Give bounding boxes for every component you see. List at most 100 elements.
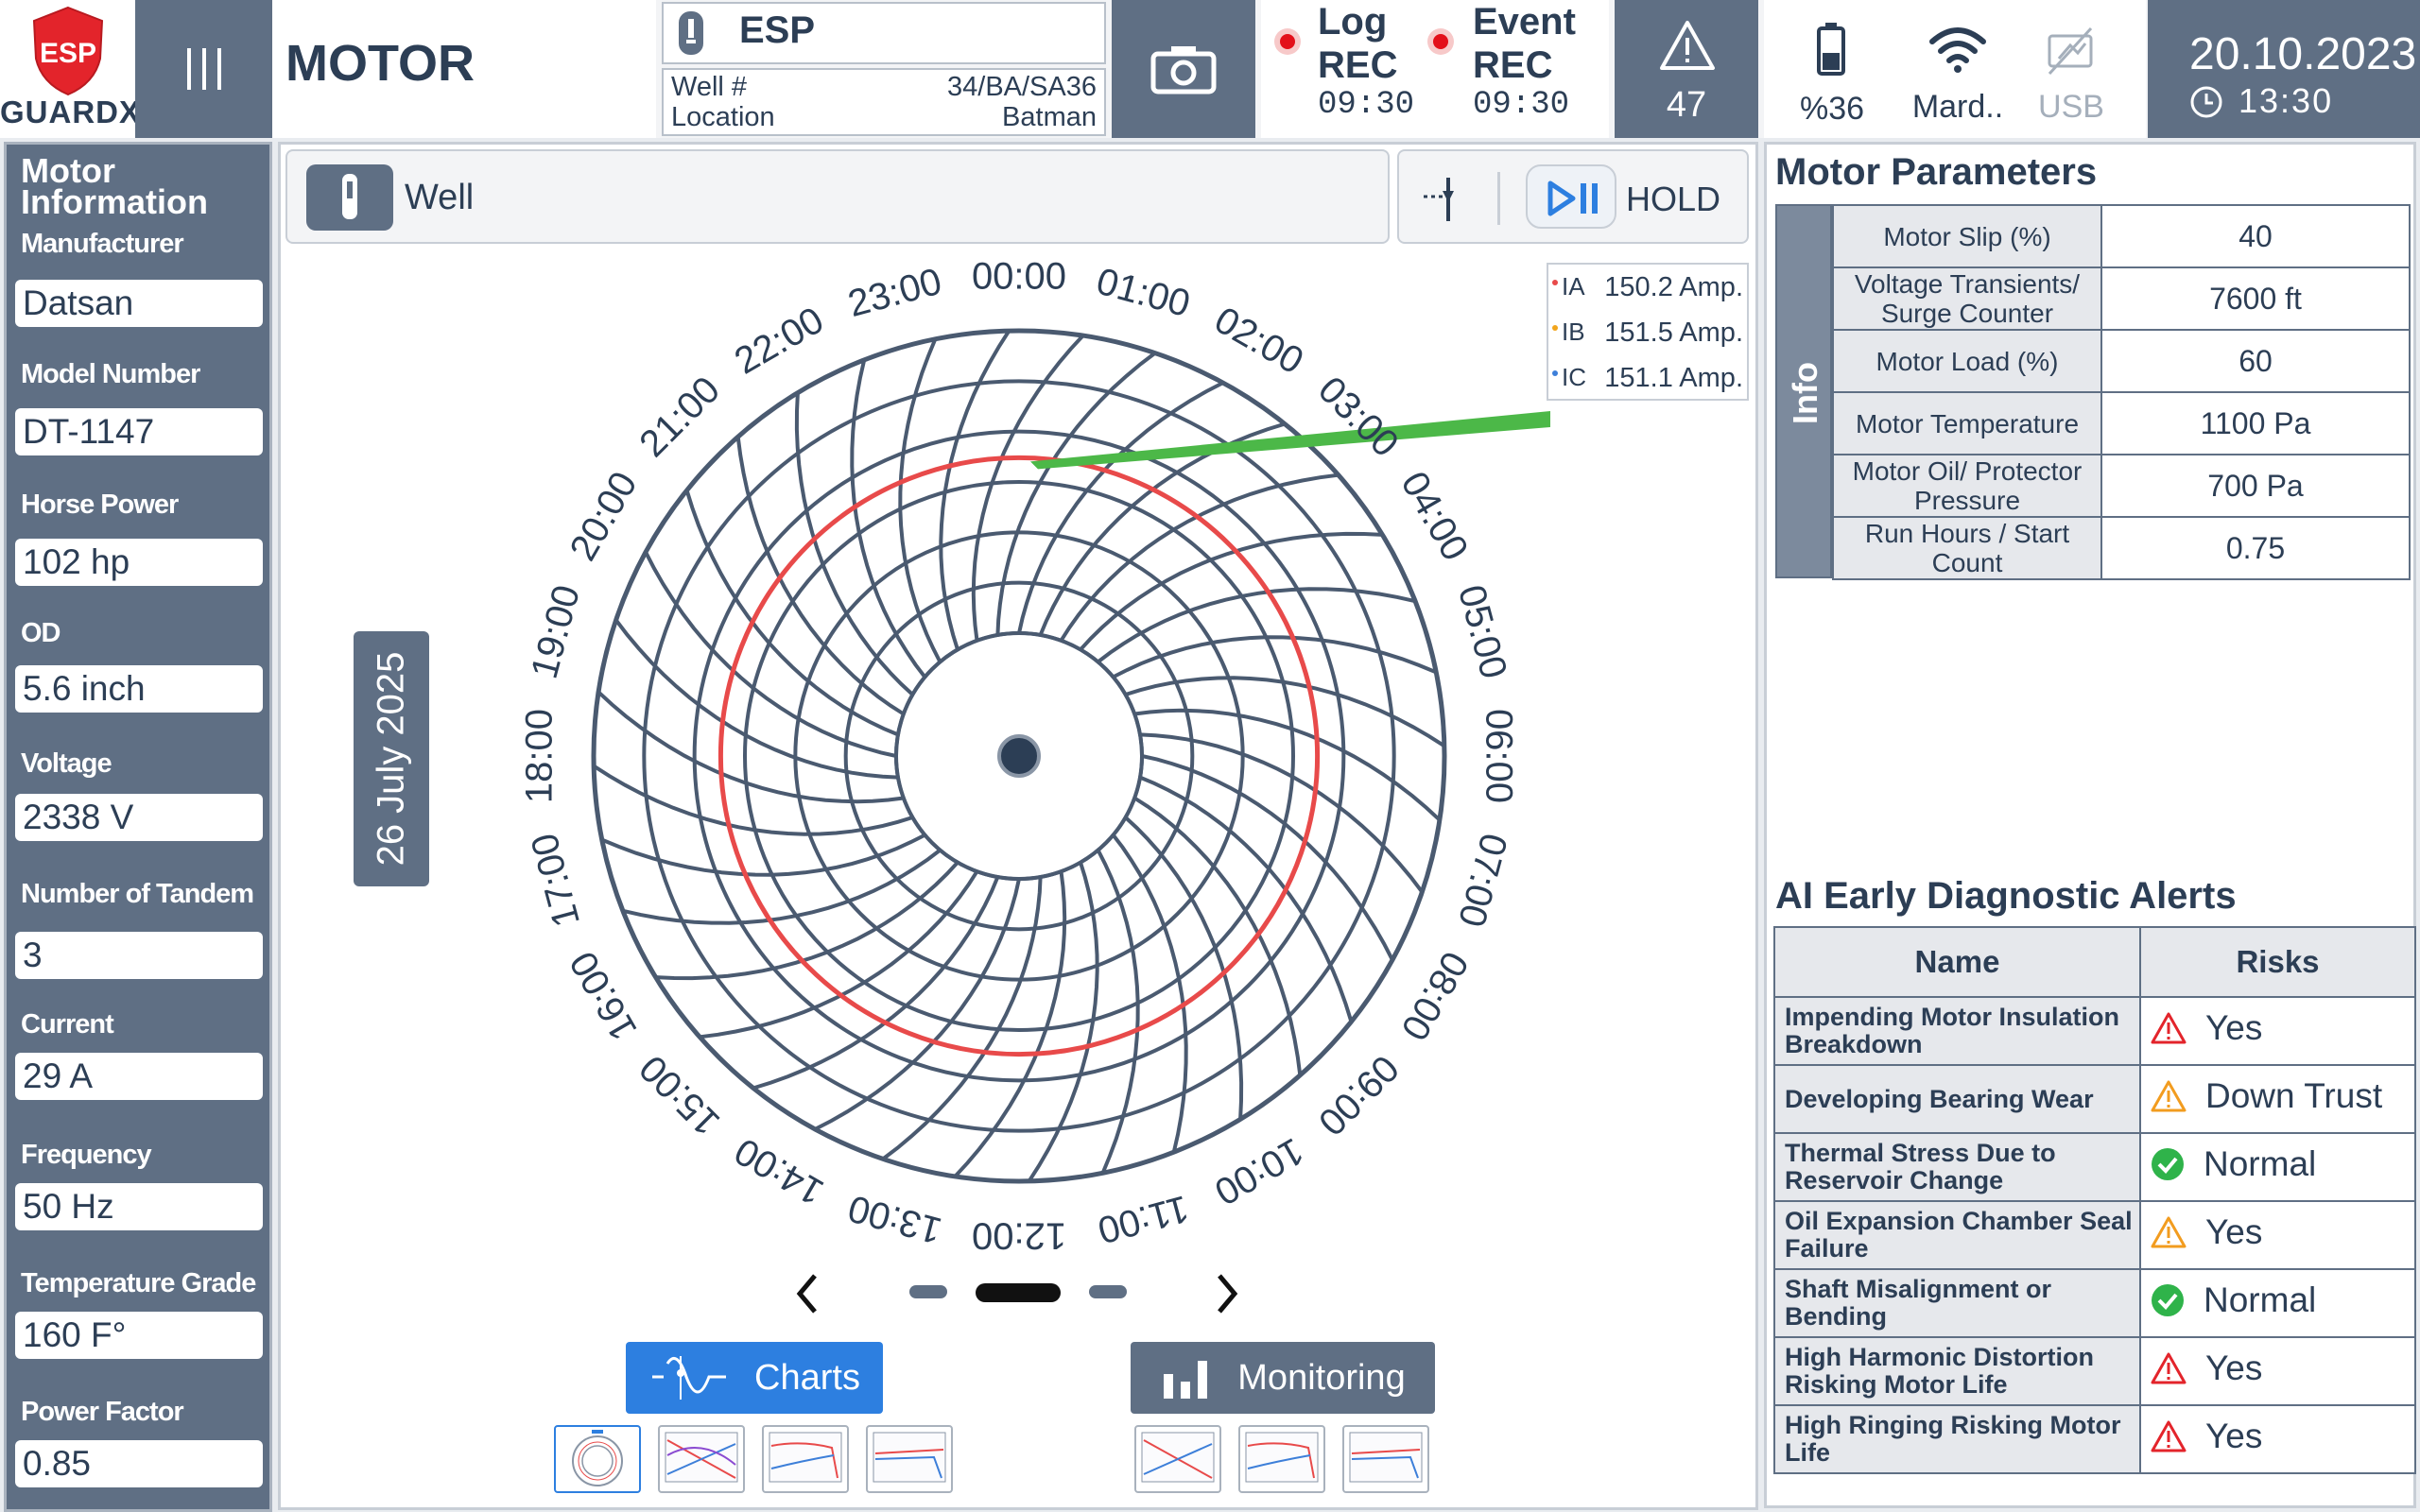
param-value: 60 [2100,329,2411,393]
play-pause-icon [1547,180,1598,216]
grid-spoke [655,861,959,981]
alert-name: High Ringing Risking Motor Life [1773,1404,2141,1474]
alert-name: Oil Expansion Chamber Seal Failure [1773,1200,2141,1270]
label-frequency: Frequency [21,1140,152,1170]
legend-value: 150.2 Amp. [1604,272,1743,302]
hold-label: HOLD [1626,180,1721,218]
warning-red-icon [2151,1419,2187,1453]
grid-spoke [644,551,897,758]
field-temperature-grade[interactable]: 160 F° [15,1312,263,1359]
charts-button[interactable]: Charts [626,1342,883,1414]
alert-risk-label: Yes [2205,1349,2263,1387]
alert-row[interactable]: Oil Expansion Chamber Seal Failure Yes [1773,1200,2416,1270]
recording-status: Log REC 09:30 Event REC 09:30 [1261,0,1609,138]
grid-spoke [1097,587,1416,663]
well-tab[interactable]: Well [285,149,1390,244]
line-chart-thumbnail-icon [769,1432,842,1483]
alerts-header-name: Name [1773,926,2141,998]
crosshair-pointer-icon[interactable] [1424,176,1471,223]
hour-label: 13:00 [844,1187,946,1251]
chart-legend: IA 150.2 Amp. IB 151.5 Amp. IC 151.1 Amp… [1547,263,1749,401]
alert-name: Developing Bearing Wear [1773,1064,2141,1134]
label-current: Current [21,1009,114,1040]
param-value: 0.75 [2100,516,2411,580]
hour-label: 05:00 [1450,581,1514,683]
field-model-number[interactable]: DT-1147 [15,408,263,455]
field-voltage[interactable]: 2338 V [15,794,263,841]
field-frequency[interactable]: 50 Hz [15,1183,263,1230]
page-dot-1[interactable] [909,1285,947,1298]
alert-row[interactable]: High Harmonic Distortion Risking Motor L… [1773,1336,2416,1406]
polar-chart: 00:00 01:0002:0003:0004:00 05:00 06:00 07:00… [519,256,1550,1256]
hour-label: 16:00 [562,944,646,1047]
log-label: Log REC [1318,1,1398,86]
thumbnail-monitoring-3[interactable] [1342,1425,1429,1493]
param-row: Motor Load (%) 60 [1832,329,2411,393]
param-row: Run Hours / Start Count 0.75 [1832,516,2411,580]
thumbnail-polar-chart[interactable] [554,1425,641,1493]
param-name: Voltage Transients/ Surge Counter [1832,266,2102,331]
field-power-factor[interactable]: 0.85 [15,1440,263,1487]
thumbnail-monitoring-2[interactable] [1238,1425,1325,1493]
grid-spoke [814,878,1021,1131]
alert-name: Shaft Misalignment or Bending [1773,1268,2141,1338]
chevron-right-icon[interactable] [1212,1270,1244,1317]
alert-row[interactable]: Developing Bearing Wear Down Trust [1773,1064,2416,1134]
grid-spoke [699,870,979,1040]
alert-risk-label: Yes [2205,1417,2263,1455]
menu-button[interactable] [135,0,272,138]
hour-label: 23:00 [844,261,946,325]
legend-item: IC 151.1 Amp. [1552,363,1747,399]
hour-label: 20:00 [562,465,646,568]
alarm-button[interactable]: 47 [1615,0,1758,138]
alert-row[interactable]: Shaft Misalignment or Bending Normal [1773,1268,2416,1338]
device-selector[interactable]: ESP [662,2,1106,64]
alert-row[interactable]: Impending Motor Insulation Breakdown Yes [1773,996,2416,1066]
field-od[interactable]: 5.6 inch [15,665,263,713]
page-dot-2-active[interactable] [976,1283,1061,1302]
thumbnail-line-chart-3[interactable] [866,1425,953,1493]
field-number-of-tandem[interactable]: 3 [15,932,263,979]
alert-risk: Yes [2139,1404,2416,1474]
thumbnail-monitoring-1[interactable] [1134,1425,1221,1493]
thumbnail-line-chart-2[interactable] [762,1425,849,1493]
hour-label: 10:00 [1207,1129,1310,1212]
field-current[interactable]: 29 A [15,1053,263,1100]
label-temperature-grade: Temperature Grade [21,1268,256,1298]
grid-spoke [850,359,926,679]
alert-risk: Normal [2139,1132,2416,1202]
chevron-left-icon[interactable] [790,1270,822,1317]
log-rec-indicator [1274,28,1301,55]
grid-spoke [622,849,942,925]
motor-parameters-title: Motor Parameters [1775,151,2098,193]
monitoring-button[interactable]: Monitoring [1131,1342,1435,1414]
label-model-number: Model Number [21,359,200,389]
param-value: 700 Pa [2100,454,2411,518]
param-name: Motor Load (%) [1832,329,2102,393]
camera-button[interactable] [1112,0,1255,138]
hour-label: 22:00 [728,300,831,383]
grid-spoke [735,436,905,716]
alert-row[interactable]: High Ringing Risking Motor Life Yes [1773,1404,2416,1474]
alerts-table: Name Risks Impending Motor Insulation Bre… [1773,926,2416,1474]
field-manufacturer[interactable]: Datsan [15,280,263,327]
page-title: MOTOR [285,35,475,92]
well-label: Well # [671,72,748,102]
play-pause-button[interactable] [1526,164,1616,229]
warning-red-icon [2151,1011,2187,1045]
field-horse-power[interactable]: 102 hp [15,539,263,586]
charts-label: Charts [754,1357,860,1398]
hold-controls: HOLD [1397,149,1749,244]
page-dot-3[interactable] [1089,1285,1127,1298]
wifi-name: Mard.. [1911,89,2004,125]
hour-label: 09:00 [1310,1047,1407,1143]
alert-row[interactable]: Thermal Stress Due to Reservoir Change No… [1773,1132,2416,1202]
param-name: Motor Oil/ Protector Pressure [1832,454,2102,518]
alert-risk-label: Yes [2205,1212,2263,1251]
grid-spoke [794,392,914,696]
thumbnail-line-chart-1[interactable] [658,1425,745,1493]
vertical-date: 26 July 2025 [370,651,412,867]
logo: ESP GUARDX [0,0,140,138]
chart-curve-icon [652,1356,727,1400]
monitoring-label: Monitoring [1237,1357,1406,1398]
